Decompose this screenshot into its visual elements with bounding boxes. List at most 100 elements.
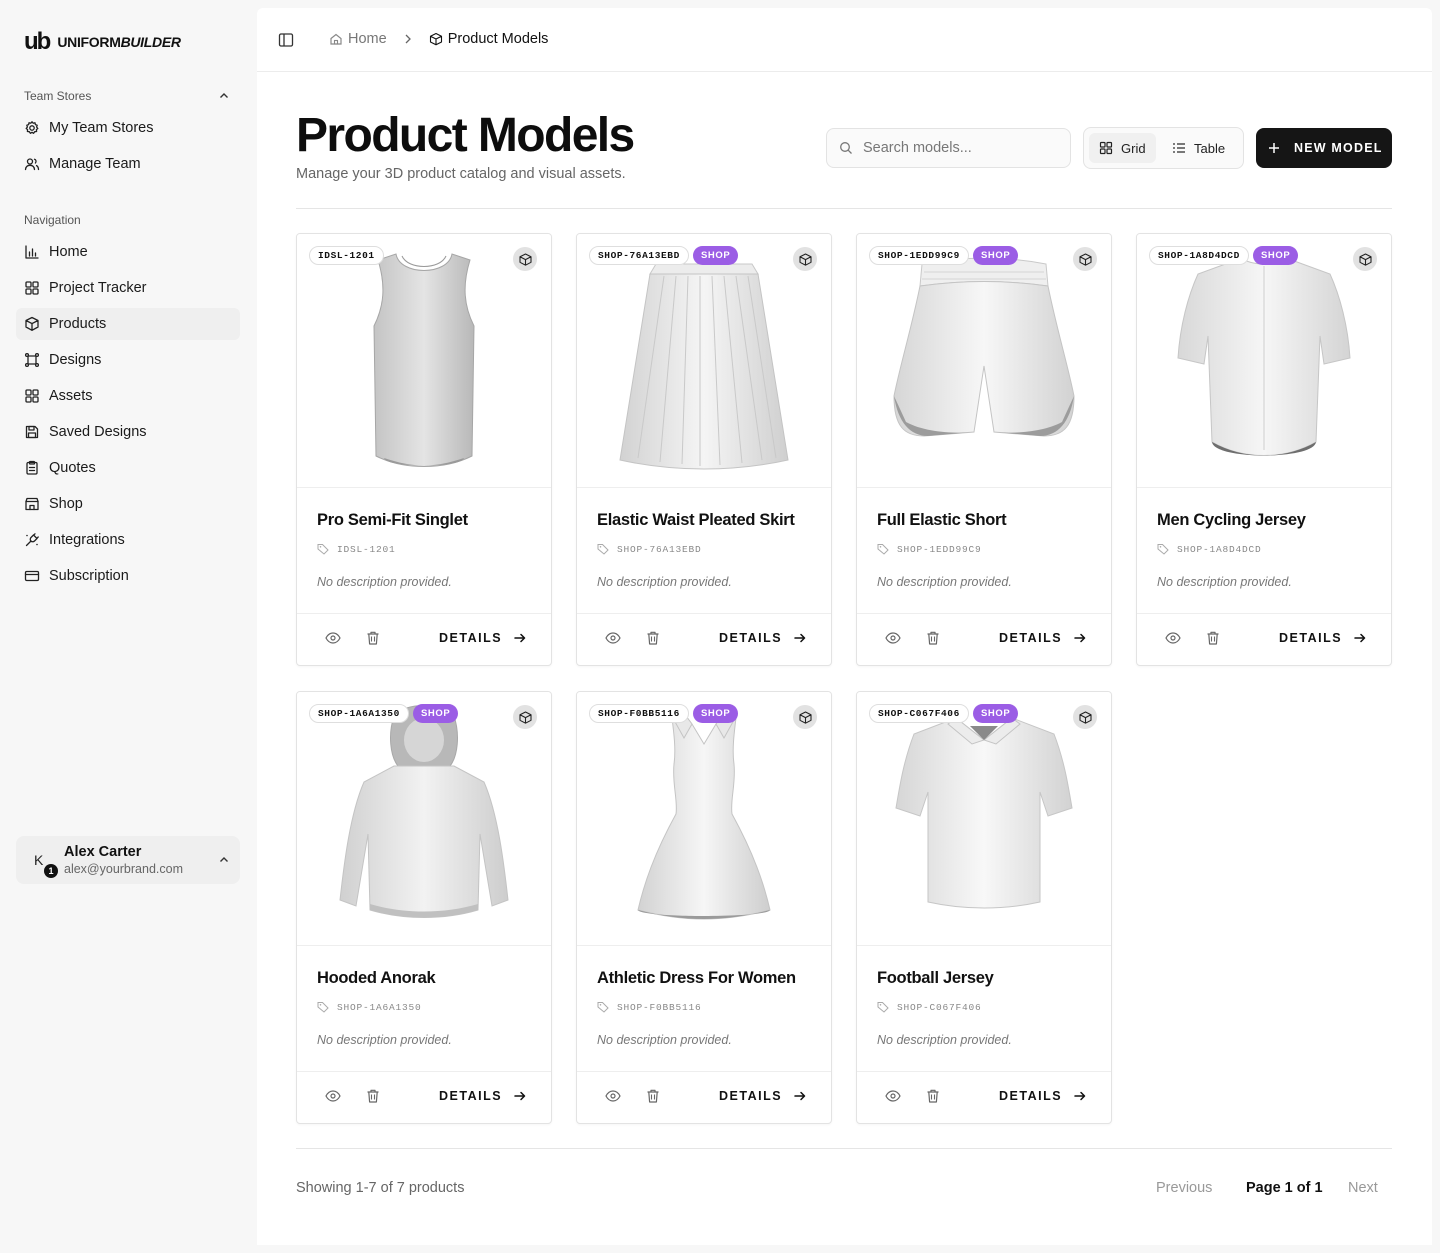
product-card[interactable]: SHOP-F0BB5116 SHOP Athletic Dress For Wo…: [576, 691, 832, 1124]
sidebar-item-saved-designs[interactable]: Saved Designs: [16, 416, 240, 448]
new-model-button[interactable]: NEW MODEL: [1256, 128, 1392, 168]
details-button[interactable]: DETAILS: [999, 631, 1086, 645]
sidebar-item-assets[interactable]: Assets: [16, 380, 240, 412]
previous-page-button[interactable]: Previous: [1156, 1180, 1212, 1196]
product-description: No description provided.: [317, 1033, 452, 1047]
sidebar-item-label: Shop: [49, 496, 83, 512]
eye-icon[interactable]: [605, 630, 621, 646]
topbar: Home Product Models: [257, 8, 1432, 72]
product-image[interactable]: SHOP-1A6A1350 SHOP: [297, 692, 551, 946]
brand-logo[interactable]: ub UNIFORMBUILDER: [24, 28, 181, 56]
product-card[interactable]: SHOP-76A13EBD SHOP Elastic Waist Pleated…: [576, 233, 832, 666]
notification-badge: 1: [44, 864, 58, 878]
view-3d-button[interactable]: [793, 705, 817, 729]
details-button[interactable]: DETAILS: [439, 1089, 526, 1103]
details-button[interactable]: DETAILS: [719, 1089, 806, 1103]
card-actions: DETAILS: [1137, 613, 1391, 665]
search-box[interactable]: [826, 128, 1071, 168]
sidebar-item-label: Project Tracker: [49, 280, 147, 296]
breadcrumb-home[interactable]: Home: [329, 31, 387, 47]
sidebar-item-subscription[interactable]: Subscription: [16, 560, 240, 592]
product-card[interactable]: SHOP-1A8D4DCD SHOP Men Cycling Jersey SH…: [1136, 233, 1392, 666]
sidebar-item-integrations[interactable]: Integrations: [16, 524, 240, 556]
eye-icon[interactable]: [1165, 630, 1181, 646]
trash-icon[interactable]: [925, 630, 941, 646]
sku-badge: IDSL-1201: [309, 246, 384, 265]
shop-badge: SHOP: [693, 246, 739, 265]
eye-icon[interactable]: [605, 1088, 621, 1104]
product-sku: SHOP-C067F406: [877, 1001, 982, 1013]
product-image[interactable]: SHOP-1EDD99C9 SHOP: [857, 234, 1111, 488]
details-button[interactable]: DETAILS: [1279, 631, 1366, 645]
details-button[interactable]: DETAILS: [439, 631, 526, 645]
cube-icon: [798, 252, 812, 266]
sidebar-item-shop[interactable]: Shop: [16, 488, 240, 520]
details-button[interactable]: DETAILS: [719, 631, 806, 645]
details-label: DETAILS: [439, 1089, 503, 1103]
sidebar-item-label: Subscription: [49, 568, 129, 584]
product-image[interactable]: IDSL-1201: [297, 234, 551, 488]
view-3d-button[interactable]: [1073, 705, 1097, 729]
card-actions: DETAILS: [297, 613, 551, 665]
product-image[interactable]: SHOP-76A13EBD SHOP: [577, 234, 831, 488]
arrow-right-icon: [514, 633, 526, 643]
view-3d-button[interactable]: [513, 247, 537, 271]
product-description: No description provided.: [317, 575, 452, 589]
product-card[interactable]: SHOP-1A6A1350 SHOP Hooded Anorak SHOP-1A…: [296, 691, 552, 1124]
sidebar-item-quotes[interactable]: Quotes: [16, 452, 240, 484]
trash-icon[interactable]: [645, 630, 661, 646]
eye-icon[interactable]: [885, 630, 901, 646]
chevron-right-icon: [401, 32, 415, 46]
view-table-button[interactable]: Table: [1162, 133, 1235, 163]
list-icon: [1173, 143, 1185, 153]
view-3d-button[interactable]: [513, 705, 537, 729]
sidebar-item-project-tracker[interactable]: Project Tracker: [16, 272, 240, 304]
sidebar-toggle-icon[interactable]: [278, 32, 294, 48]
sidebar-item-manage-team[interactable]: Manage Team: [16, 148, 240, 180]
card-icon: [24, 570, 40, 582]
view-3d-button[interactable]: [1353, 247, 1377, 271]
chevron-up-icon[interactable]: [218, 90, 230, 102]
tag-icon: [1157, 544, 1169, 555]
next-page-button[interactable]: Next: [1348, 1180, 1378, 1196]
details-button[interactable]: DETAILS: [999, 1089, 1086, 1103]
card-actions: DETAILS: [857, 1071, 1111, 1123]
cube-icon: [518, 252, 532, 266]
arrow-right-icon: [794, 633, 806, 643]
sidebar-item-label: Assets: [49, 388, 93, 404]
trash-icon[interactable]: [645, 1088, 661, 1104]
sidebar-item-label: Quotes: [49, 460, 96, 476]
eye-icon[interactable]: [325, 1088, 341, 1104]
trash-icon[interactable]: [925, 1088, 941, 1104]
garment-image: [619, 263, 789, 470]
product-image[interactable]: SHOP-C067F406 SHOP: [857, 692, 1111, 946]
eye-icon[interactable]: [885, 1088, 901, 1104]
sku-badge: SHOP-1A8D4DCD: [1149, 246, 1249, 265]
card-actions: DETAILS: [577, 1071, 831, 1123]
breadcrumb-current: Product Models: [429, 31, 548, 47]
sku-badge: SHOP-F0BB5116: [589, 704, 689, 723]
details-label: DETAILS: [999, 1089, 1063, 1103]
view-3d-button[interactable]: [1073, 247, 1097, 271]
sidebar-item-designs[interactable]: Designs: [16, 344, 240, 376]
shop-badge: SHOP: [973, 704, 1019, 723]
view-grid-button[interactable]: Grid: [1089, 133, 1156, 163]
trash-icon[interactable]: [365, 630, 381, 646]
product-image[interactable]: SHOP-1A8D4DCD SHOP: [1137, 234, 1391, 488]
product-title: Athletic Dress For Women: [597, 969, 796, 987]
grid-icon: [25, 281, 39, 295]
sidebar-item-products[interactable]: Products: [16, 308, 240, 340]
view-3d-button[interactable]: [793, 247, 817, 271]
product-card[interactable]: IDSL-1201 Pro Semi-Fit Singlet IDSL-1201…: [296, 233, 552, 666]
eye-icon[interactable]: [325, 630, 341, 646]
trash-icon[interactable]: [1205, 630, 1221, 646]
sidebar-item-home[interactable]: Home: [16, 236, 240, 268]
product-card[interactable]: SHOP-C067F406 SHOP Football Jersey SHOP-…: [856, 691, 1112, 1124]
tag-icon: [317, 1002, 329, 1013]
sidebar-item-my-team-stores[interactable]: My Team Stores: [16, 112, 240, 144]
product-card[interactable]: SHOP-1EDD99C9 SHOP Full Elastic Short SH…: [856, 233, 1112, 666]
user-menu[interactable]: K 1 Alex Carter alex@yourbrand.com: [16, 836, 240, 884]
product-image[interactable]: SHOP-F0BB5116 SHOP: [577, 692, 831, 946]
search-input[interactable]: [863, 140, 1053, 156]
trash-icon[interactable]: [365, 1088, 381, 1104]
